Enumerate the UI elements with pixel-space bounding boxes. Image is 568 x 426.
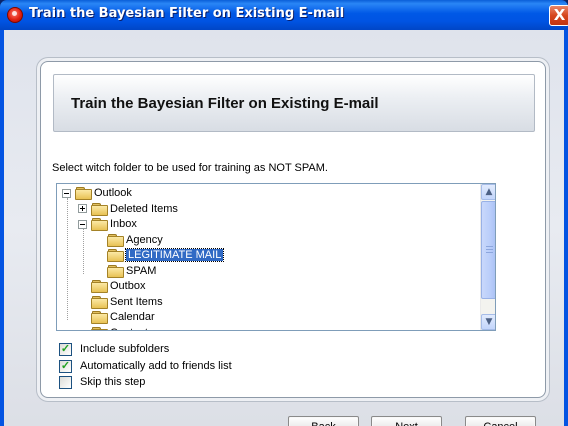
tree-item[interactable]: LEGITIMATE MAIL	[107, 247, 225, 263]
tree-item[interactable]: Calendar	[91, 309, 155, 325]
tree-item[interactable]: Agency	[107, 232, 163, 248]
folder-icon	[107, 233, 124, 247]
panel-header: Train the Bayesian Filter on Existing E-…	[53, 74, 535, 132]
tree-connector	[83, 228, 84, 274]
tree-item[interactable]: Deleted Items	[78, 201, 178, 217]
tree-item-label: Deleted Items	[110, 202, 178, 215]
tree-item-label: Inbox	[110, 218, 137, 230]
next-button[interactable]: Next	[371, 416, 442, 426]
back-button[interactable]: Back	[288, 416, 359, 426]
tree-item[interactable]: Outlook	[62, 185, 132, 201]
grip-line	[486, 252, 493, 253]
scroll-thumb[interactable]	[481, 201, 495, 299]
folder-icon	[91, 326, 108, 330]
tree-item-label: Outlook	[94, 187, 132, 199]
cancel-button[interactable]: Cancel	[465, 416, 536, 426]
folder-icon	[91, 311, 108, 324]
instruction-text: Select witch folder to be used for train…	[52, 162, 328, 174]
option-label: Skip this step	[80, 376, 146, 388]
grip-line	[486, 246, 493, 247]
tree-item-label: Calendar	[110, 311, 155, 323]
tree-item-label: SPAM	[126, 264, 157, 277]
tree-item[interactable]: Inbox	[78, 216, 137, 232]
grip-line	[486, 249, 493, 250]
option-label: Include subfolders	[80, 343, 170, 355]
collapse-icon[interactable]	[78, 219, 87, 229]
option-include-subfolders[interactable]: ✓ Include subfolders	[59, 342, 169, 356]
tree-item-label: LEGITIMATE MAIL	[124, 248, 225, 262]
tree-item-label: Outbox	[110, 280, 146, 292]
folder-icon	[75, 187, 92, 200]
tree-item[interactable]: Sent Items	[91, 294, 163, 310]
tree-item-label: Agency	[126, 233, 163, 246]
folder-icon	[91, 295, 108, 309]
page-title: Train the Bayesian Filter on Existing E-…	[71, 95, 379, 112]
window-title: Train the Bayesian Filter on Existing E-…	[29, 6, 345, 21]
tree-item[interactable]: Contacts	[91, 325, 153, 331]
checkbox[interactable]	[59, 375, 72, 389]
tree-item-label: Contacts	[110, 327, 153, 331]
tree-connector	[67, 198, 68, 320]
folder-icon	[107, 264, 124, 278]
checkbox[interactable]: ✓	[59, 342, 72, 356]
tree-item[interactable]: Outbox	[91, 278, 145, 294]
window-frame-right	[564, 30, 568, 426]
tree-item-label: Sent Items	[110, 295, 163, 308]
content-panel: Train the Bayesian Filter on Existing E-…	[40, 61, 546, 398]
wizard-window: Train the Bayesian Filter on Existing E-…	[0, 0, 568, 426]
scroll-down-button[interactable]: ▼	[481, 314, 495, 330]
title-bar[interactable]: Train the Bayesian Filter on Existing E-…	[0, 0, 568, 30]
checkbox[interactable]: ✓	[59, 359, 72, 373]
client-area: Train the Bayesian Filter on Existing E-…	[4, 30, 564, 426]
option-label: Automatically add to friends list	[80, 360, 232, 372]
expand-icon[interactable]	[78, 204, 87, 213]
tree-scrollbar[interactable]: ▲ ▼	[480, 184, 495, 330]
scroll-up-button[interactable]: ▲	[481, 184, 495, 200]
close-button[interactable]: X	[549, 5, 568, 26]
collapse-icon[interactable]	[62, 188, 71, 198]
tree-item[interactable]: SPAM	[107, 263, 156, 279]
option-skip-step[interactable]: Skip this step	[59, 375, 145, 389]
folder-icon	[91, 218, 108, 231]
app-icon	[7, 7, 23, 23]
folder-tree[interactable]: Outlook Deleted Items Inbox Agency LEGITIMAT…	[56, 183, 496, 331]
folder-icon	[91, 280, 108, 293]
folder-icon	[91, 202, 108, 216]
option-add-to-friends[interactable]: ✓ Automatically add to friends list	[59, 359, 232, 373]
folder-icon	[107, 249, 124, 262]
